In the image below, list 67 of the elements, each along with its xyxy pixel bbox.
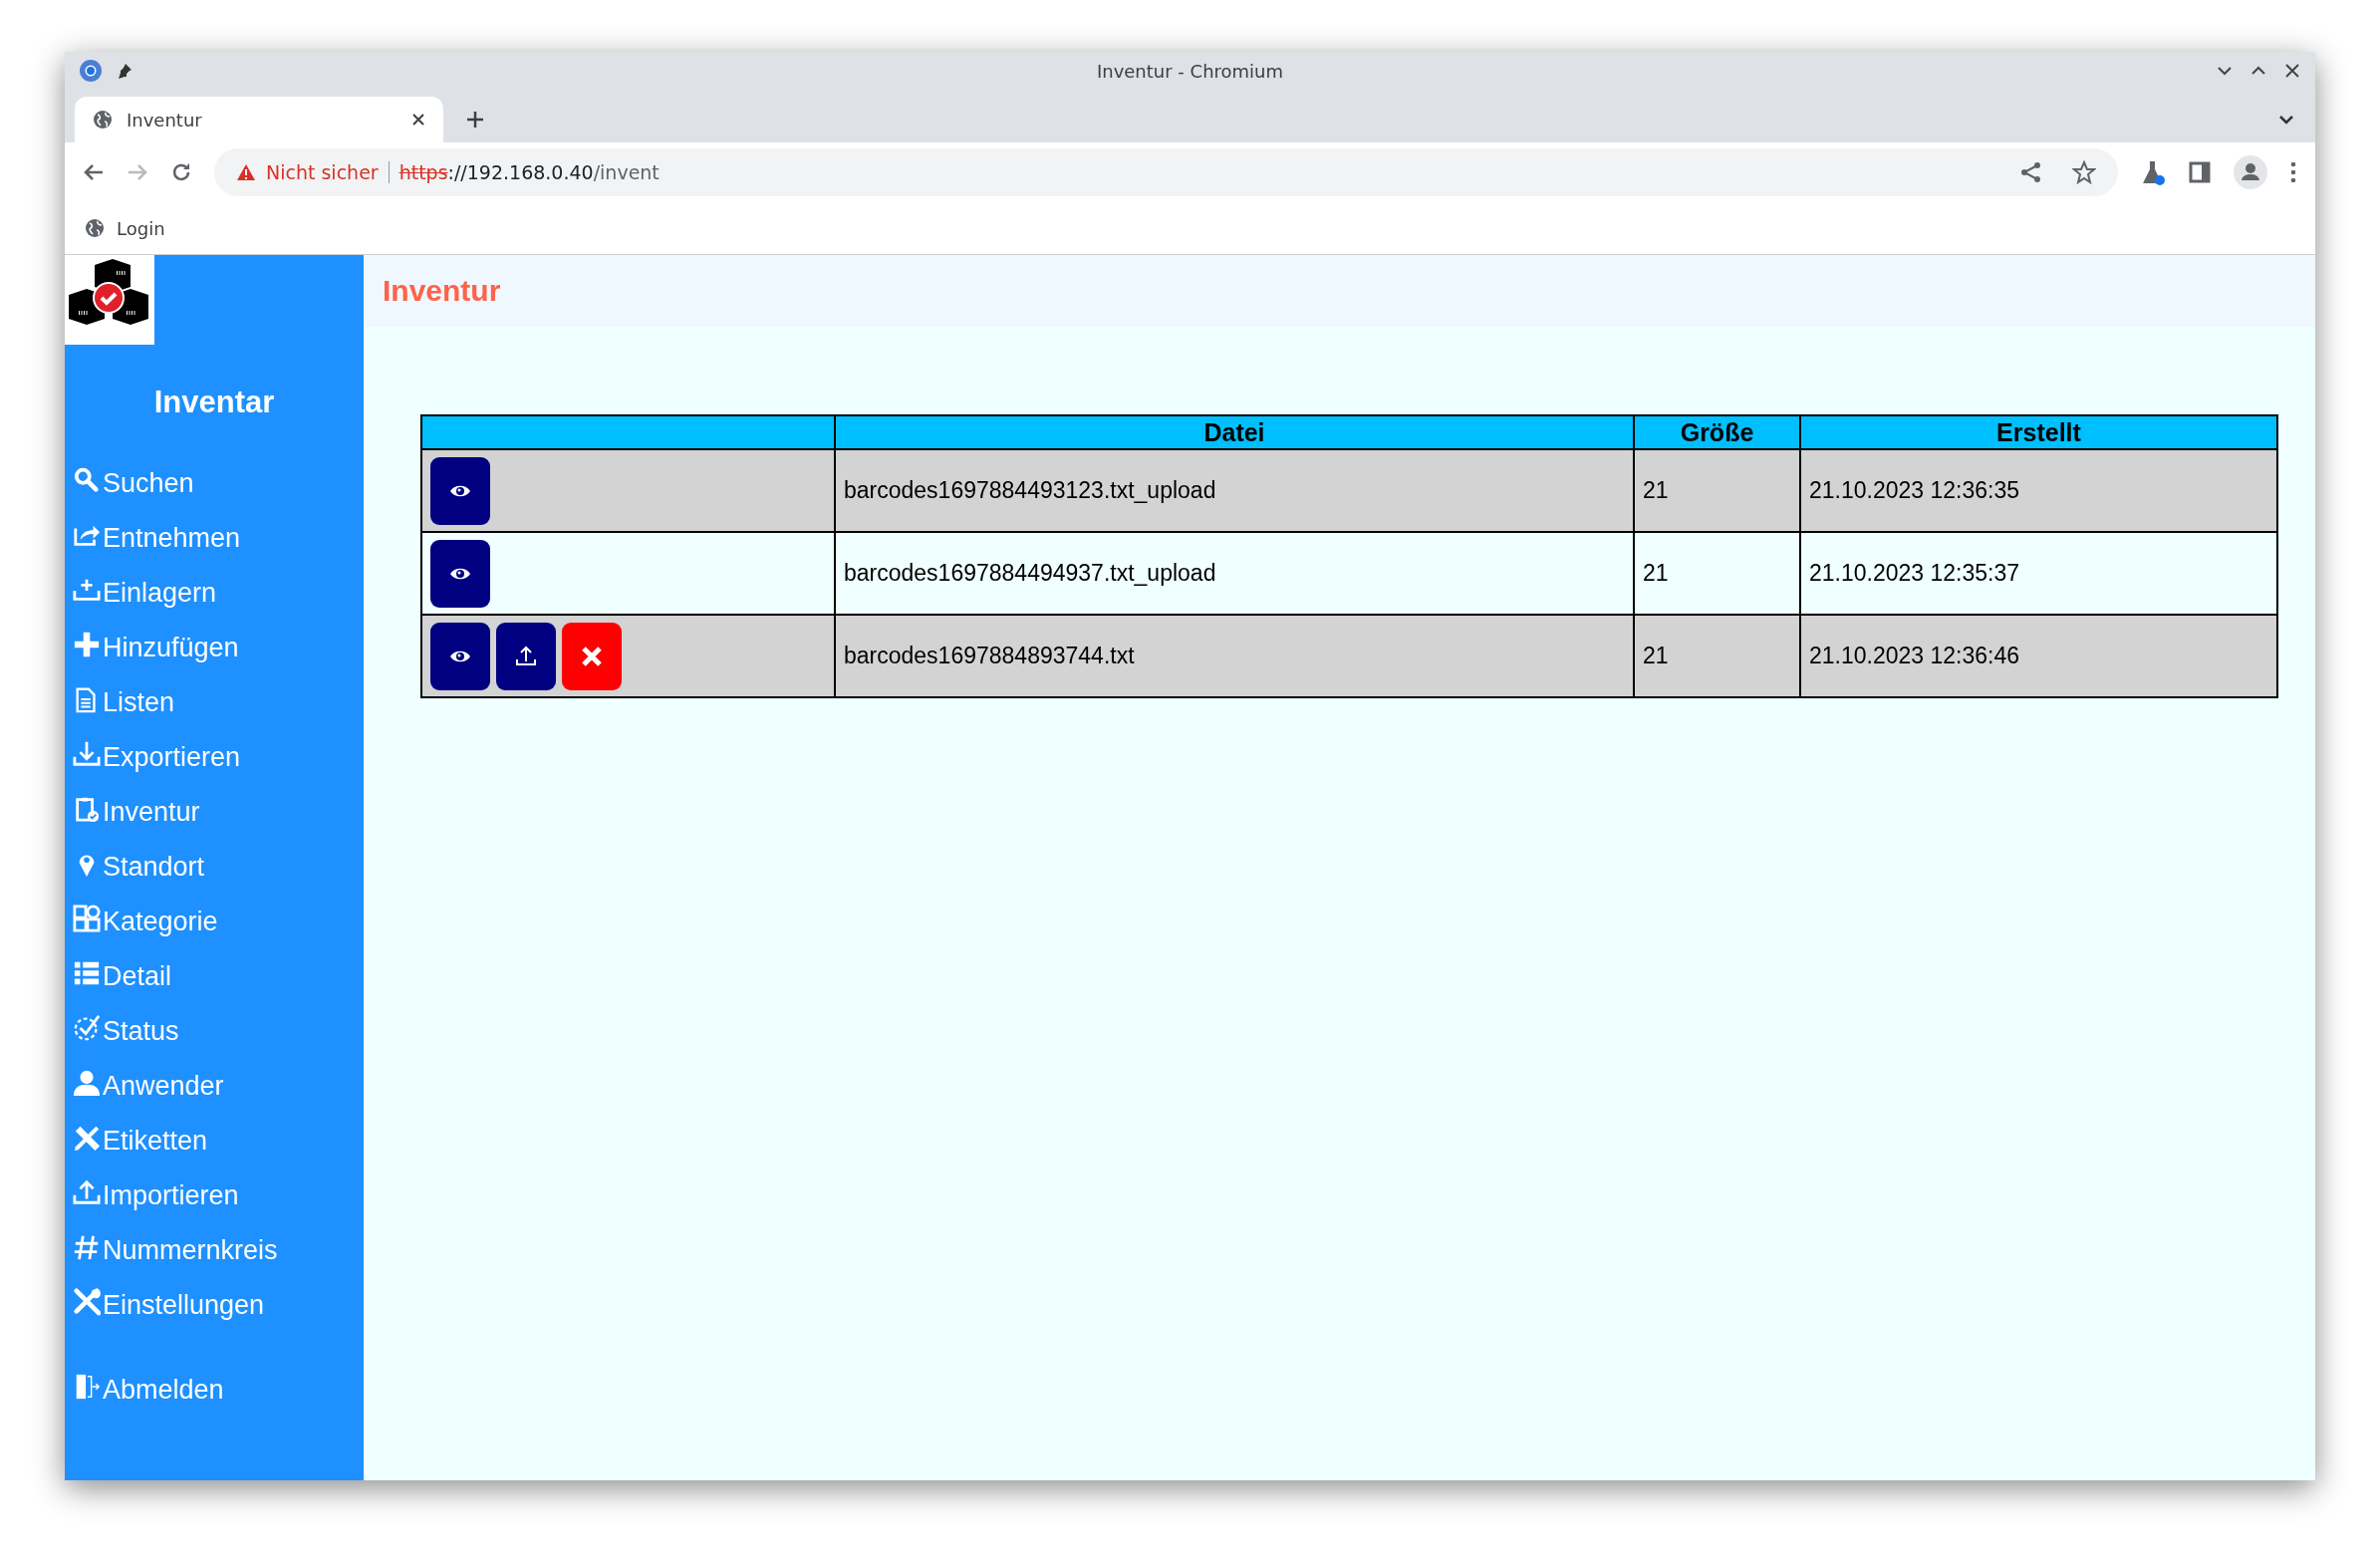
grid-shapes-icon	[73, 904, 101, 933]
upload-icon	[513, 644, 539, 668]
nav-link[interactable]: Entnehmen	[65, 511, 364, 566]
table-cell: barcodes1697884494937.txt_upload	[835, 532, 1634, 615]
search-icon	[73, 465, 101, 495]
view-button[interactable]	[430, 456, 490, 525]
page-title: Inventur	[383, 274, 501, 308]
security-label: Nicht sicher	[266, 161, 379, 183]
plus-icon	[73, 630, 101, 659]
globe-icon	[93, 110, 113, 130]
flask-icon[interactable]	[2140, 159, 2166, 185]
profile-icon[interactable]	[2234, 155, 2267, 189]
warning-icon	[236, 163, 256, 181]
nav-link[interactable]: Listen	[65, 675, 364, 730]
address-bar[interactable]: Nicht sicher https://192.168.0.40/invent	[214, 148, 2118, 196]
side-panel-icon[interactable]	[2188, 160, 2212, 184]
star-icon[interactable]	[2072, 160, 2096, 184]
column-header: Größe	[1634, 415, 1800, 449]
nav-link[interactable]: Status	[65, 1004, 364, 1059]
nav-link[interactable]: Standort	[65, 840, 364, 895]
pin-icon[interactable]	[117, 63, 132, 79]
view-button[interactable]	[430, 539, 490, 608]
reload-icon[interactable]	[170, 161, 192, 183]
column-header: Erstellt	[1800, 415, 2277, 449]
table-cell: barcodes1697884493123.txt_upload	[835, 449, 1634, 532]
table-cell: 21.10.2023 12:35:37	[1800, 532, 2277, 615]
table-cell: 21	[1634, 532, 1800, 615]
upload-icon	[73, 1177, 101, 1207]
view-button[interactable]	[430, 622, 490, 690]
table-cell: 21	[1634, 449, 1800, 532]
table-cell: 21.10.2023 12:36:46	[1800, 615, 2277, 697]
nav-link[interactable]: Abmelden	[65, 1363, 364, 1418]
column-header: Datei	[835, 415, 1634, 449]
table-cell: 21	[1634, 615, 1800, 697]
bookmark-link[interactable]: Login	[85, 217, 165, 239]
person-icon	[73, 1068, 101, 1098]
nav-link[interactable]: Nummernkreis	[65, 1223, 364, 1278]
browser-tab[interactable]: Inventur	[75, 97, 443, 142]
nav-link[interactable]: Detail	[65, 949, 364, 1004]
url-text: https://192.168.0.40/invent	[398, 161, 660, 183]
delete-button[interactable]	[562, 622, 622, 690]
more-menu-icon[interactable]	[2289, 161, 2297, 183]
nav-link[interactable]: Importieren	[65, 1168, 364, 1223]
nav-link[interactable]: Einlagern	[65, 566, 364, 621]
share-icon[interactable]	[2020, 161, 2042, 183]
nav-link[interactable]: Anwender	[65, 1059, 364, 1114]
plus-icon[interactable]	[465, 110, 485, 130]
nav-link[interactable]: Hinzufügen	[65, 621, 364, 675]
nav-link[interactable]: Etiketten	[65, 1114, 364, 1168]
tools-icon	[73, 1287, 101, 1317]
download-icon	[73, 739, 101, 769]
table-cell: barcodes1697884893744.txt	[835, 615, 1634, 697]
nav-link[interactable]: Kategorie	[65, 895, 364, 949]
dashed-check-icon	[73, 1013, 101, 1043]
nav-link[interactable]: Einstellungen	[65, 1278, 364, 1333]
close-icon[interactable]	[2283, 62, 2301, 80]
nav-link[interactable]: Suchen	[65, 456, 364, 511]
nav-link[interactable]: Exportieren	[65, 730, 364, 785]
table-cell: 21.10.2023 12:36:35	[1800, 449, 2277, 532]
browser-logo-icon[interactable]	[79, 59, 103, 83]
globe-icon	[85, 218, 105, 238]
close-icon[interactable]	[411, 113, 425, 127]
sidebar-title: Inventar	[152, 385, 276, 420]
window-title: Inventur - Chromium	[1096, 60, 1284, 82]
nav-link[interactable]: Inventur	[65, 785, 364, 840]
upload-button[interactable]	[496, 622, 556, 690]
x-icon	[579, 644, 605, 668]
